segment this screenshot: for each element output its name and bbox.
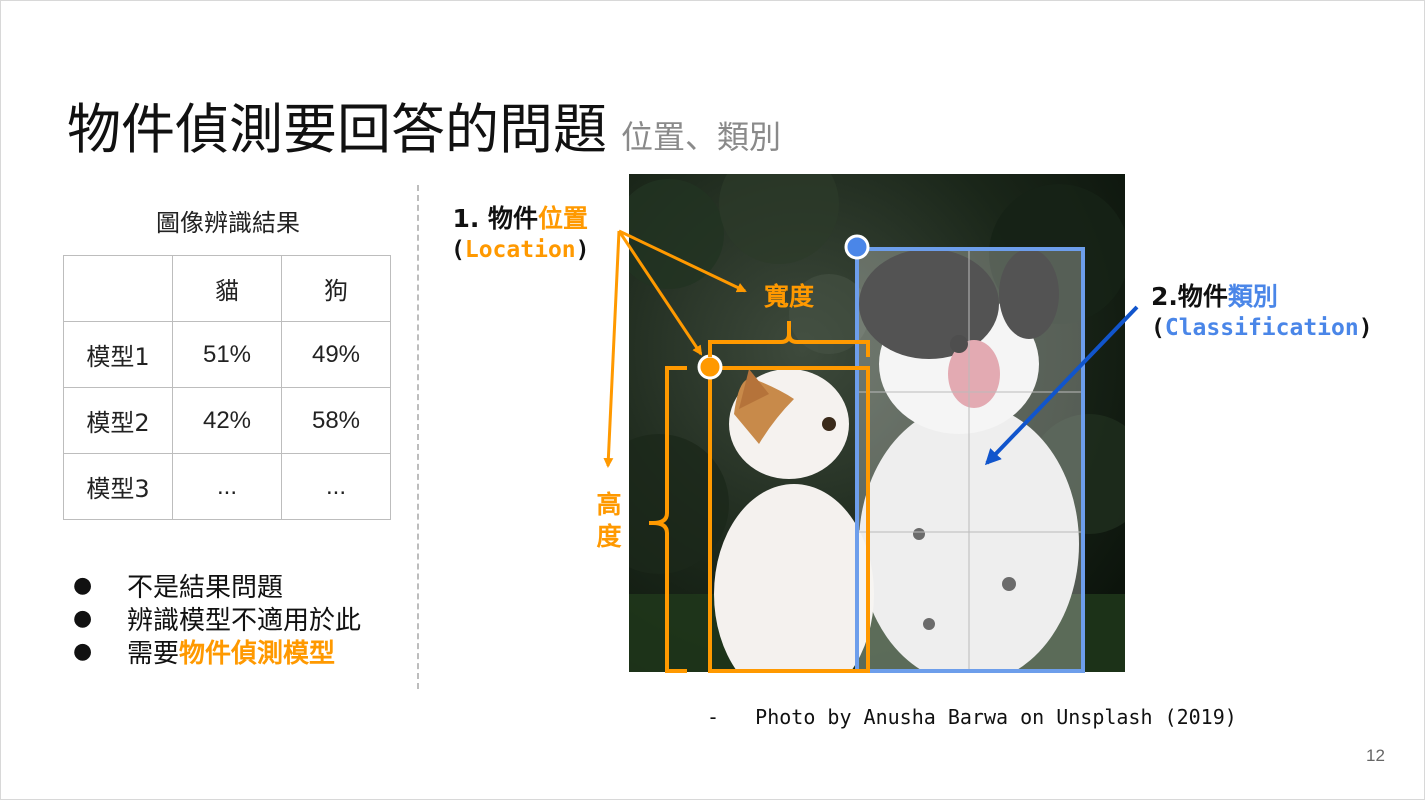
classification-arrow bbox=[984, 305, 1139, 466]
slide: 物件偵測要回答的問題 位置、類別 圖像辨識結果 貓 狗 模型1 51% 49% 模… bbox=[0, 0, 1425, 800]
height-label-char: 度 bbox=[596, 522, 622, 551]
location-label: 1. 物件位置 (Location) bbox=[451, 199, 590, 263]
width-label: 寬度 bbox=[764, 282, 815, 311]
location-label-prefix: 1. 物件 bbox=[452, 204, 539, 233]
cat-box-corner-dot bbox=[697, 354, 723, 380]
location-english-word: Location bbox=[464, 237, 576, 263]
annotation-overlay bbox=[603, 229, 1139, 673]
height-label-char: 高 bbox=[596, 490, 622, 519]
location-label-english: (Location) bbox=[451, 237, 590, 263]
classification-label-highlight: 類別 bbox=[1227, 282, 1278, 311]
photo-credit: - Photo by Anusha Barwa on Unsplash (201… bbox=[707, 705, 1237, 729]
classification-label-prefix: 2.物件 bbox=[1151, 282, 1228, 311]
cat-bounding-box bbox=[708, 366, 870, 673]
classification-english-word: Classification bbox=[1164, 315, 1359, 341]
dog-bounding-box bbox=[855, 247, 1085, 673]
classification-label-english: (Classification) bbox=[1151, 315, 1373, 341]
page-number: 12 bbox=[1366, 746, 1385, 765]
dog-box-corner-dot bbox=[844, 234, 870, 260]
location-label-highlight: 位置 bbox=[538, 204, 589, 233]
height-label: 高 度 bbox=[595, 489, 623, 553]
width-brace bbox=[708, 321, 870, 357]
location-arrow-to-height bbox=[603, 230, 621, 468]
classification-label: 2.物件類別 (Classification) bbox=[1151, 277, 1373, 341]
height-brace bbox=[649, 366, 687, 673]
